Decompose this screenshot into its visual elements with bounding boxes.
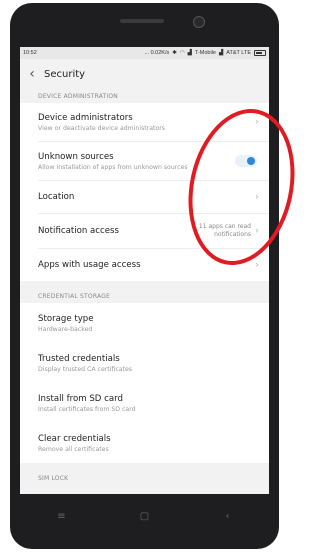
wifi-icon: ◠ <box>179 50 185 56</box>
clear-credentials-item[interactable]: Clear credentials Remove all certificate… <box>20 423 269 463</box>
section-header-sim-lock: SIM LOCK <box>38 475 69 482</box>
item-title: Install from SD card <box>38 393 123 404</box>
status-time: 10:52 <box>23 50 37 56</box>
item-subtitle: Install certificates from SD card <box>38 405 136 413</box>
install-from-sd-card-item[interactable]: Install from SD card Install certificate… <box>20 383 269 423</box>
signal-icon: ▟ <box>187 50 192 56</box>
menu-icon[interactable]: ≡ <box>52 511 72 522</box>
section-gap <box>20 463 269 471</box>
battery-icon <box>254 50 266 56</box>
section-gap <box>20 281 269 289</box>
item-title: Trusted credentials <box>38 353 120 364</box>
app-header: ‹ Security <box>20 59 269 89</box>
carrier-1: T-Mobile <box>194 50 216 56</box>
back-arrow-icon[interactable]: ‹ <box>20 66 44 82</box>
speaker-grille <box>120 19 164 23</box>
network-speed: ... 0.02K/s <box>144 50 170 56</box>
section-header-device-admin: DEVICE ADMINISTRATION <box>38 93 118 100</box>
item-title: Storage type <box>38 313 94 324</box>
status-bar: 10:52 ... 0.02K/s ✱ ◠ ▟ T-Mobile ▟ AT&T … <box>20 47 269 59</box>
bluetooth-icon: ✱ <box>172 50 177 56</box>
back-icon[interactable]: ‹ <box>218 511 238 522</box>
navigation-bar: ≡ ▢ ‹ <box>20 494 269 539</box>
section-header-credential-storage: CREDENTIAL STORAGE <box>38 293 110 300</box>
item-subtitle: Remove all certificates <box>38 445 109 453</box>
item-subtitle: Hardware-backed <box>38 325 93 333</box>
credential-storage-card: Storage type Hardware-backed Trusted cre… <box>20 303 269 463</box>
trusted-credentials-item[interactable]: Trusted credentials Display trusted CA c… <box>20 343 269 383</box>
home-icon[interactable]: ▢ <box>135 511 155 522</box>
signal-icon: ▟ <box>219 50 224 56</box>
carrier-2: AT&T LTE <box>226 50 251 56</box>
item-subtitle: Display trusted CA certificates <box>38 365 132 373</box>
storage-type-item[interactable]: Storage type Hardware-backed <box>20 303 269 343</box>
chevron-right-icon: › <box>255 259 259 271</box>
page-title: Security <box>44 68 86 80</box>
status-right: ... 0.02K/s ✱ ◠ ▟ T-Mobile ▟ AT&T LTE <box>144 50 266 56</box>
item-title: Clear credentials <box>38 433 111 444</box>
front-camera <box>193 16 205 28</box>
